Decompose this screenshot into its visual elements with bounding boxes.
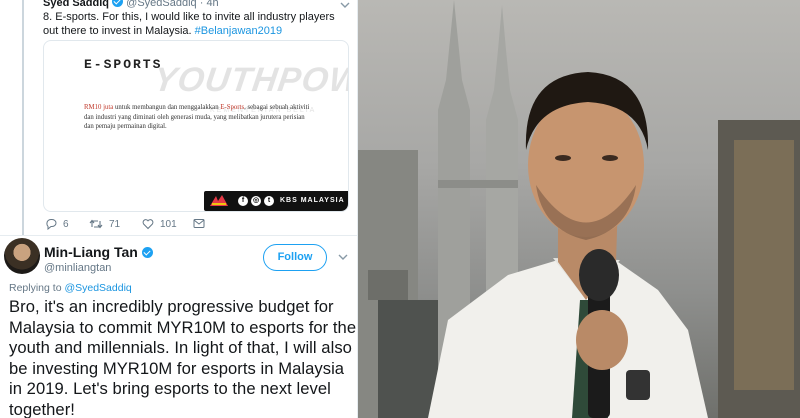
follow-button[interactable]: Follow bbox=[263, 244, 327, 271]
reply-tweet-text: Bro, it's an incredibly progressive budg… bbox=[9, 297, 357, 418]
retweet-count: 71 bbox=[109, 218, 121, 230]
tweet-header: Syed Saddiq @SyedSaddiq · 4h bbox=[43, 0, 219, 9]
tweet-text-body: 8. E-sports. For this, I would like to i… bbox=[43, 11, 335, 37]
retweet-icon bbox=[89, 219, 103, 229]
chevron-down-icon[interactable] bbox=[338, 252, 348, 262]
reply-author[interactable]: Min-Liang Tan bbox=[44, 244, 153, 260]
embed-highlight-esports: E-Sports bbox=[220, 104, 245, 111]
retweet-button[interactable]: 71 bbox=[89, 218, 120, 230]
reply-icon bbox=[46, 219, 57, 230]
embed-highlight-amount: RM10 juta bbox=[84, 104, 114, 111]
like-count: 101 bbox=[160, 218, 177, 230]
verified-badge-icon bbox=[141, 247, 153, 258]
tweet-text: 8. E-sports. For this, I would like to i… bbox=[43, 10, 348, 38]
footer-brand: KBS MALAYSIA bbox=[280, 197, 345, 204]
chevron-down-icon[interactable] bbox=[340, 0, 350, 10]
heart-icon bbox=[142, 219, 154, 230]
thread-line bbox=[22, 0, 24, 236]
embed-title: E-SPORTS bbox=[84, 57, 163, 72]
youthpower-watermark: YOUTHPOWE bbox=[151, 61, 349, 99]
twitter-icon: t bbox=[264, 196, 274, 206]
embedded-image[interactable]: YOUTHPOWE KEMENTERIAN BELIA E-SPORTS RM1… bbox=[43, 40, 349, 212]
like-button[interactable]: 101 bbox=[142, 218, 177, 230]
embed-text-part-1: untuk membangun dan menggalakkan bbox=[113, 104, 221, 111]
reply-count: 6 bbox=[63, 218, 69, 230]
photo-speaker bbox=[358, 0, 800, 418]
tweet-panel: Syed Saddiq @SyedSaddiq · 4h 8. E-sports… bbox=[0, 0, 358, 418]
speaker-photo-illustration bbox=[358, 0, 800, 418]
tweet-divider bbox=[0, 235, 357, 236]
reply-author-handle[interactable]: @minliangtan bbox=[44, 262, 111, 274]
reply-button[interactable]: 6 bbox=[45, 218, 69, 230]
author-name[interactable]: Syed Saddiq bbox=[43, 0, 109, 9]
facebook-icon: f bbox=[238, 196, 248, 206]
hashtag-link[interactable]: #Belanjawan2019 bbox=[195, 25, 282, 37]
direct-message-button[interactable] bbox=[193, 218, 205, 229]
instagram-icon: ◎ bbox=[251, 196, 261, 206]
avatar[interactable] bbox=[4, 238, 40, 274]
verified-badge-icon bbox=[112, 0, 124, 7]
embed-footer-bar: f ◎ t KBS MALAYSIA bbox=[204, 191, 348, 211]
embed-body-text: RM10 juta untuk membangun dan menggalakk… bbox=[84, 103, 314, 132]
tweet-syed-saddiq[interactable]: Syed Saddiq @SyedSaddiq · 4h 8. E-sports… bbox=[0, 0, 357, 236]
envelope-icon bbox=[193, 219, 205, 228]
replying-to-mention[interactable]: @SyedSaddiq bbox=[64, 282, 131, 294]
ministry-logo-icon bbox=[210, 195, 228, 206]
replying-to: Replying to @SyedSaddiq bbox=[9, 282, 132, 294]
tweet-timestamp[interactable]: · 4h bbox=[200, 0, 219, 9]
author-handle[interactable]: @SyedSaddiq bbox=[126, 0, 197, 9]
reply-author-name: Min-Liang Tan bbox=[44, 244, 138, 260]
replying-prefix: Replying to bbox=[9, 282, 62, 294]
